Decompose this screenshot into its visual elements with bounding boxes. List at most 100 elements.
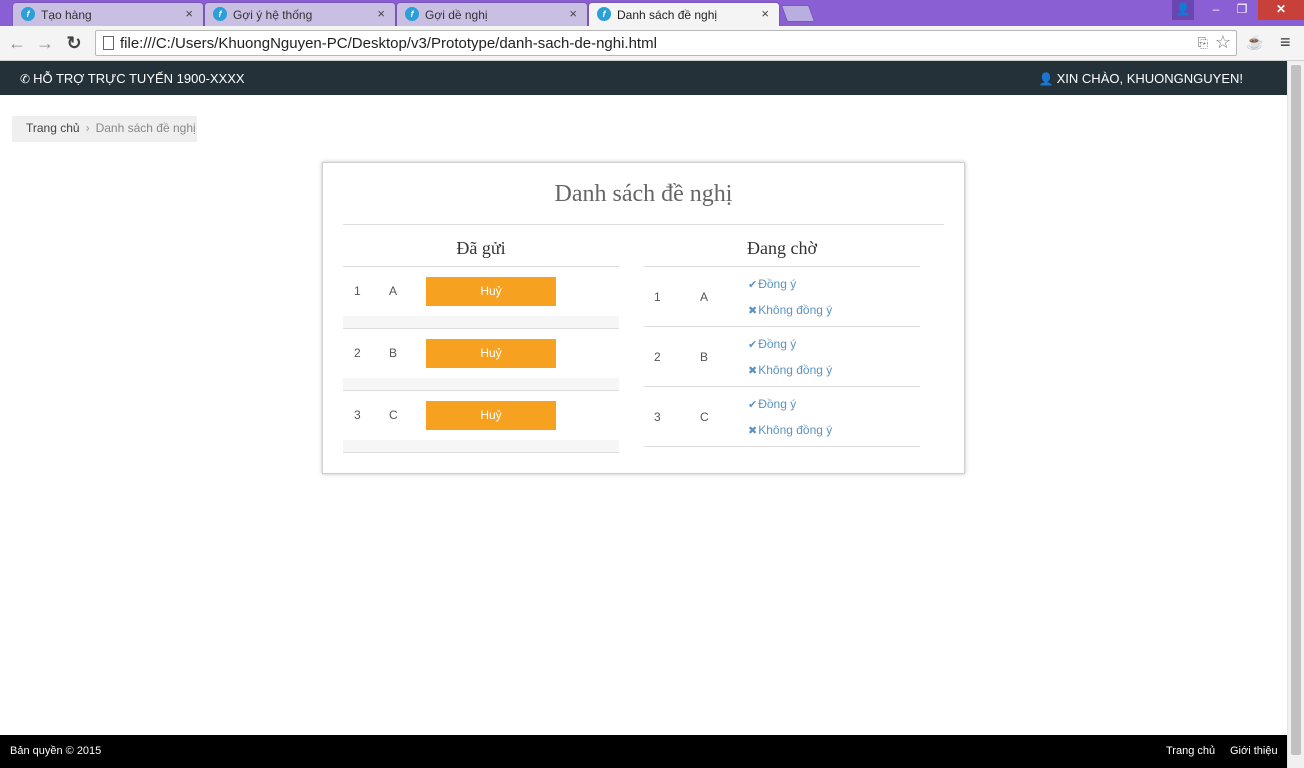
row-number: 2 (654, 350, 661, 364)
support-text: Hỗ trợ trực tuyến 1900-XXXX (33, 71, 245, 86)
reject-label: Không đồng ý (758, 363, 833, 377)
window-close-icon[interactable]: ✕ (1258, 0, 1304, 20)
user-icon: 👤 (1038, 72, 1054, 86)
tab-close-icon[interactable]: × (569, 6, 577, 21)
accept-label: Đồng ý (758, 397, 797, 411)
tab-title: Gợi dề nghị (425, 8, 488, 22)
row-stripe (343, 378, 619, 390)
top-navbar: ✆ Hỗ trợ trực tuyến 1900-XXXX 👤 Xin chào, … (0, 61, 1287, 95)
cancel-button[interactable]: Huỷ (426, 277, 556, 306)
pending-table-bottom-border (644, 446, 920, 447)
page-title: Danh sách đề nghị (554, 181, 733, 207)
tab-close-icon[interactable]: × (377, 6, 385, 21)
browser-tab[interactable]: f Tạo hàng × (12, 2, 204, 26)
accept-label: Đồng ý (758, 277, 797, 291)
row-name: A (700, 290, 709, 304)
tab-title: Danh sách đề nghị (617, 8, 718, 22)
row-name: C (389, 408, 398, 422)
breadcrumb: Trang chủ › Danh sách đề nghị (12, 116, 197, 142)
row-stripe (343, 440, 619, 452)
copyright-text: Bản quyền © 2015 (10, 745, 102, 757)
reject-link[interactable]: ✖Không đồng ý (748, 363, 832, 377)
pending-row: 3 C ✔Đồng ý ✖Không đồng ý (644, 386, 920, 446)
check-icon: ✔ (748, 339, 758, 351)
page-viewport: ✆ Hỗ trợ trực tuyến 1900-XXXX 👤 Xin chào, … (0, 61, 1287, 768)
browser-tab-strip: f Tạo hàng × f Gợi ý hệ thống × f Gợi dề… (0, 0, 1304, 26)
sent-table-bottom-border (343, 452, 619, 453)
row-number: 3 (354, 408, 361, 422)
maximize-icon[interactable]: ❐ (1230, 0, 1254, 20)
back-icon[interactable]: ← (6, 32, 28, 54)
phone-icon: ✆ (20, 72, 31, 86)
reject-link[interactable]: ✖Không đồng ý (748, 303, 832, 317)
url-text[interactable]: file:///C:/Users/KhuongNguyen-PC/Desktop… (120, 35, 657, 52)
vertical-scrollbar[interactable] (1287, 61, 1304, 768)
footer-link-about[interactable]: Giới thiệu (1230, 745, 1278, 757)
translate-icon[interactable]: ⎘ (1198, 35, 1208, 51)
accept-link[interactable]: ✔Đồng ý (748, 337, 796, 351)
row-name: C (700, 410, 709, 424)
reject-label: Không đồng ý (758, 303, 833, 317)
check-icon: ✔ (748, 399, 758, 411)
forward-icon[interactable]: → (34, 32, 56, 54)
row-number: 3 (654, 410, 661, 424)
cross-icon: ✖ (748, 365, 758, 377)
row-number: 1 (354, 284, 361, 298)
pending-row: 1 A ✔Đồng ý ✖Không đồng ý (644, 266, 920, 326)
browser-tab-active[interactable]: f Danh sách đề nghị × (588, 2, 780, 26)
breadcrumb-current: Danh sách đề nghị (95, 121, 196, 135)
browser-tab[interactable]: f Gợi ý hệ thống × (204, 2, 396, 26)
row-number: 2 (354, 346, 361, 360)
accept-label: Đồng ý (758, 337, 797, 351)
footer-link-home[interactable]: Trang chủ (1166, 745, 1215, 757)
row-stripe (343, 316, 619, 328)
sent-row: 3 C Huỷ (343, 390, 619, 452)
row-number: 1 (654, 290, 661, 304)
cross-icon: ✖ (748, 305, 758, 317)
tab-close-icon[interactable]: × (185, 6, 193, 21)
check-icon: ✔ (748, 279, 758, 291)
row-name: B (700, 350, 709, 364)
title-divider (343, 224, 944, 225)
scrollbar-thumb[interactable] (1291, 65, 1301, 755)
profile-icon[interactable]: 👤 (1172, 0, 1194, 20)
browser-tab[interactable]: f Gợi dề nghị × (396, 2, 588, 26)
row-name: B (389, 346, 398, 360)
reject-label: Không đồng ý (758, 423, 833, 437)
cancel-button[interactable]: Huỷ (426, 401, 556, 430)
page-footer: Bản quyền © 2015 Trang chủ Giới thiệu (0, 735, 1287, 768)
reject-link[interactable]: ✖Không đồng ý (748, 423, 832, 437)
extension-icon[interactable]: ☕ (1246, 34, 1264, 52)
site-favicon-icon: f (597, 7, 611, 21)
pending-row: 2 B ✔Đồng ý ✖Không đồng ý (644, 326, 920, 386)
tab-close-icon[interactable]: × (761, 6, 769, 21)
tab-title: Tạo hàng (41, 8, 92, 22)
greeting-text: Xin chào, KhuongNguyen! (1056, 71, 1243, 86)
new-tab-button[interactable] (780, 5, 816, 22)
reload-icon[interactable]: ↻ (63, 32, 85, 54)
support-hotline[interactable]: ✆ Hỗ trợ trực tuyến 1900-XXXX (20, 71, 245, 86)
browser-menu-icon[interactable]: ≡ (1280, 33, 1296, 51)
bookmark-star-icon[interactable]: ☆ (1215, 32, 1231, 53)
breadcrumb-home-link[interactable]: Trang chủ (26, 121, 80, 135)
page-icon (103, 36, 114, 50)
breadcrumb-separator: › (85, 121, 90, 135)
accept-link[interactable]: ✔Đồng ý (748, 277, 796, 291)
user-greeting[interactable]: 👤 Xin chào, KhuongNguyen! (1039, 71, 1243, 86)
cancel-button[interactable]: Huỷ (426, 339, 556, 368)
cross-icon: ✖ (748, 425, 758, 437)
site-favicon-icon: f (21, 7, 35, 21)
browser-toolbar: ← → ↻ file:///C:/Users/KhuongNguyen-PC/D… (0, 26, 1304, 61)
address-bar[interactable]: file:///C:/Users/KhuongNguyen-PC/Desktop… (95, 30, 1237, 56)
pending-column-title: Đang chờ (747, 238, 817, 258)
site-favicon-icon: f (213, 7, 227, 21)
sent-row: 1 A Huỷ (343, 266, 619, 328)
site-favicon-icon: f (405, 7, 419, 21)
sent-row: 2 B Huỷ (343, 328, 619, 390)
minimize-icon[interactable]: – (1204, 0, 1228, 20)
tab-title: Gợi ý hệ thống (233, 8, 313, 22)
proposal-list-panel: Danh sách đề nghị Đã gửi Đang chờ 1 A Hu… (322, 162, 965, 474)
sent-column-title: Đã gửi (456, 238, 506, 258)
row-name: A (389, 284, 398, 298)
accept-link[interactable]: ✔Đồng ý (748, 397, 796, 411)
